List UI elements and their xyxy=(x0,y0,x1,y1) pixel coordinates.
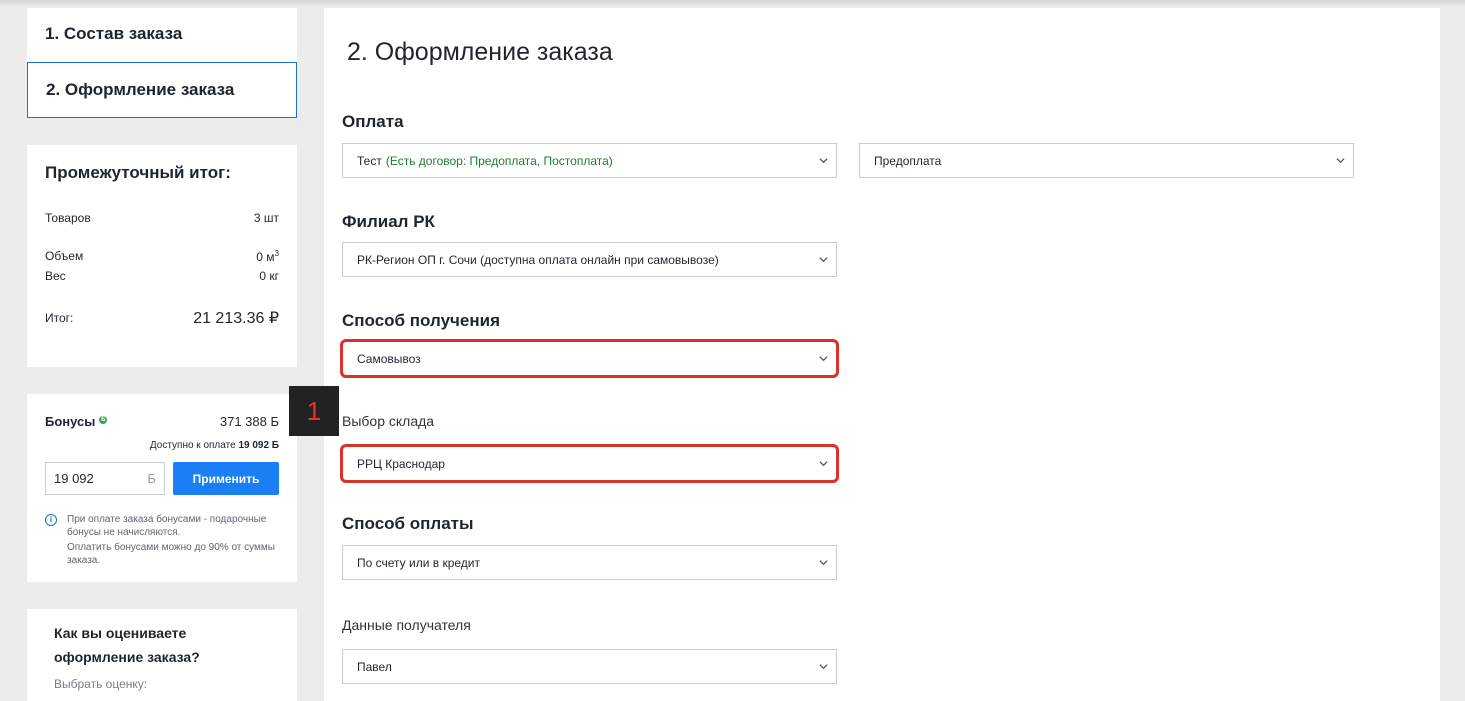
recipient-select[interactable]: Павел xyxy=(342,649,837,684)
bonus-coin-icon: Б xyxy=(99,416,108,424)
items-label: Товаров xyxy=(45,211,91,225)
chevron-down-icon xyxy=(819,156,828,165)
rating-title: Как вы оцениваете оформление заказа? xyxy=(54,625,200,665)
weight-value: 0 кг xyxy=(259,269,279,283)
top-shadow xyxy=(0,0,1465,7)
recipient-label: Данные получателя xyxy=(342,617,471,633)
bonus-card: Бонусы Б 371 388 Б Доступно к оплате 19 0… xyxy=(27,394,297,582)
payment-label: Оплата xyxy=(342,112,404,131)
chevron-down-icon xyxy=(819,354,828,363)
bonus-input-value: 19 092 xyxy=(54,471,94,486)
checkout-panel: 2. Оформление заказа Оплата Тест (Есть до… xyxy=(324,8,1440,701)
payment-method-select[interactable]: По счету или в кредит xyxy=(342,545,837,580)
chevron-down-icon xyxy=(819,662,828,671)
subtotal-title: Промежуточный итог: xyxy=(45,163,231,182)
chevron-down-icon xyxy=(819,459,828,468)
weight-label: Вес xyxy=(45,269,66,283)
chevron-down-icon xyxy=(819,255,828,264)
branch-select[interactable]: РК-Регион ОП г. Сочи (доступна оплата он… xyxy=(342,242,837,277)
items-row: Товаров 3 шт xyxy=(45,211,279,225)
volume-value: 0 м3 xyxy=(256,249,279,264)
bonus-title: Бонусы Б xyxy=(45,414,108,429)
delivery-method-select[interactable]: Самовывоз xyxy=(340,339,839,378)
bonus-note: При оплате заказа бонусами - подарочные … xyxy=(67,514,275,566)
step-order-contents[interactable]: 1. Состав заказа xyxy=(27,8,297,62)
payment-type-select[interactable]: Предоплата xyxy=(859,143,1354,178)
step-callout-badge: 1 xyxy=(289,386,339,436)
total-value: 21 213.36 ₽ xyxy=(193,310,279,327)
total-row: Итог: 21 213.36 ₽ xyxy=(45,308,279,328)
step-order-checkout[interactable]: 2. Оформление заказа xyxy=(27,62,297,118)
volume-row: Объем 0 м3 xyxy=(45,249,279,264)
apply-bonus-button[interactable]: Применить xyxy=(173,462,279,495)
info-icon: i xyxy=(45,514,57,526)
payment-method-label: Способ оплаты xyxy=(342,514,474,533)
order-steps: 1. Состав заказа 2. Оформление заказа xyxy=(27,8,297,118)
rating-subtitle: Выбрать оценку: xyxy=(54,677,148,691)
chevron-down-icon xyxy=(1336,156,1345,165)
items-value: 3 шт xyxy=(253,211,279,225)
warehouse-select[interactable]: РРЦ Краснодар xyxy=(340,444,839,483)
volume-label: Объем xyxy=(45,249,84,263)
payment-contract-select[interactable]: Тест (Есть договор: Предоплата, Постоплат… xyxy=(342,143,837,178)
bonus-available: Доступно к оплате 19 092 Б xyxy=(149,440,279,451)
weight-row: Вес 0 кг xyxy=(45,269,279,283)
chevron-down-icon xyxy=(819,558,828,567)
rating-card: Как вы оцениваете оформление заказа? Выб… xyxy=(27,609,297,701)
delivery-method-label: Способ получения xyxy=(342,311,500,330)
bonus-input-unit: Б xyxy=(147,471,156,486)
total-label: Итог: xyxy=(45,311,74,325)
bonus-balance: 371 388 Б xyxy=(219,414,279,429)
subtotal-card: Промежуточный итог: Товаров 3 шт Объем 0… xyxy=(27,145,297,367)
page-title: 2. Оформление заказа xyxy=(347,38,613,66)
warehouse-label: Выбор склада xyxy=(342,413,435,429)
branch-label: Филиал РК xyxy=(342,212,435,231)
bonus-amount-input[interactable]: 19 092 Б xyxy=(45,462,165,495)
